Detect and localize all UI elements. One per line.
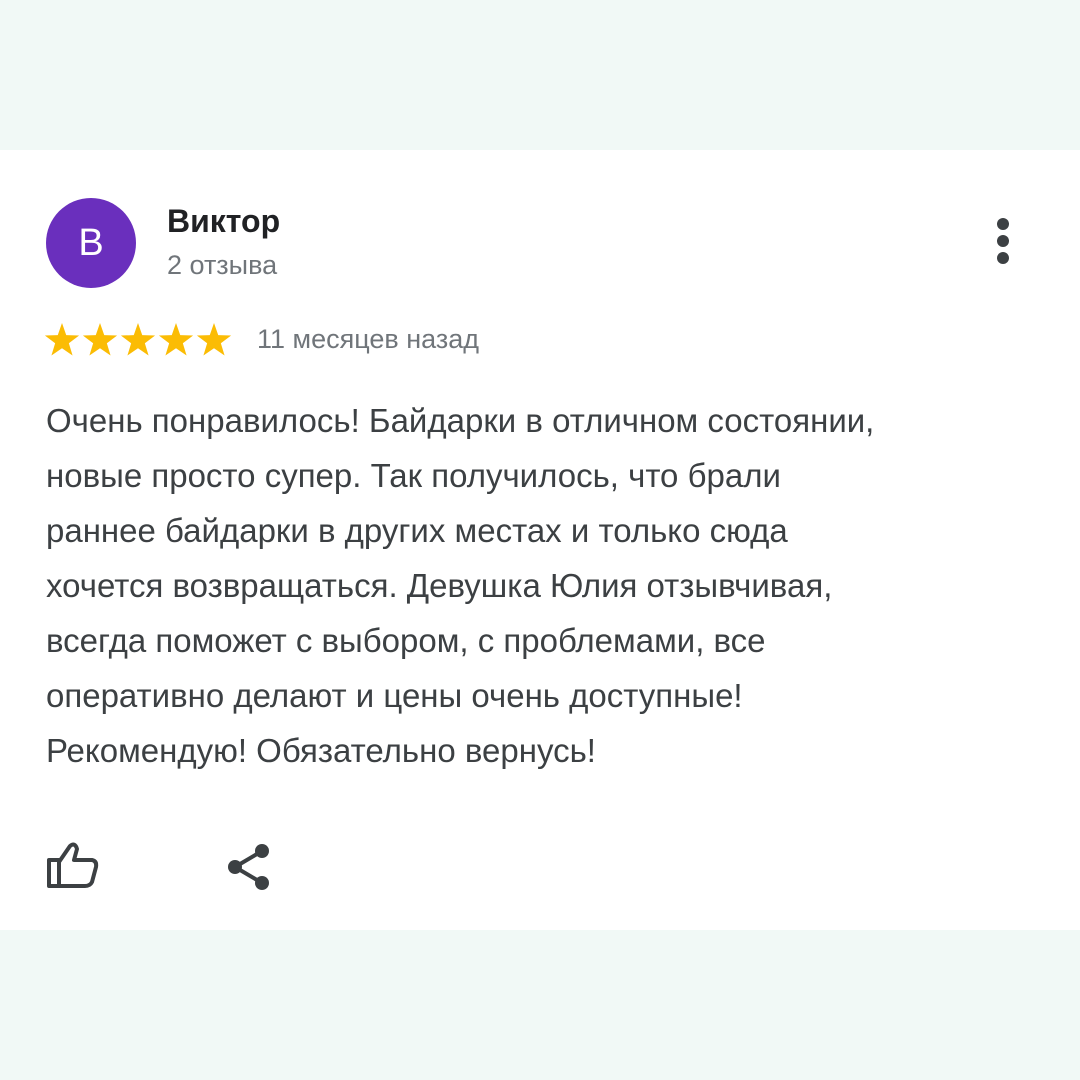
star-icon [158, 323, 194, 356]
like-button[interactable] [46, 840, 102, 890]
avatar[interactable]: В [46, 198, 136, 288]
star-icon [44, 323, 80, 356]
star-rating [44, 323, 232, 356]
more-vertical-icon [997, 218, 1009, 230]
author-review-count: 2 отзыва [167, 250, 278, 280]
more-vertical-icon-dot [997, 235, 1009, 247]
more-options-button[interactable] [985, 216, 1021, 266]
thumbs-up-icon [47, 842, 99, 888]
share-button[interactable] [224, 842, 274, 892]
star-icon [120, 323, 156, 356]
author-name[interactable]: Виктор [167, 203, 280, 240]
share-icon [228, 844, 269, 890]
review-text: Очень понравилось! Байдарки в отличном с… [46, 402, 875, 769]
review-date: 11 месяцев назад [257, 324, 480, 354]
star-icon [196, 323, 232, 356]
more-vertical-icon-dot [997, 252, 1009, 264]
star-icon [82, 323, 118, 356]
review-card: В Виктор 2 отзыва 11 месяцев назад Очень… [0, 150, 1080, 930]
